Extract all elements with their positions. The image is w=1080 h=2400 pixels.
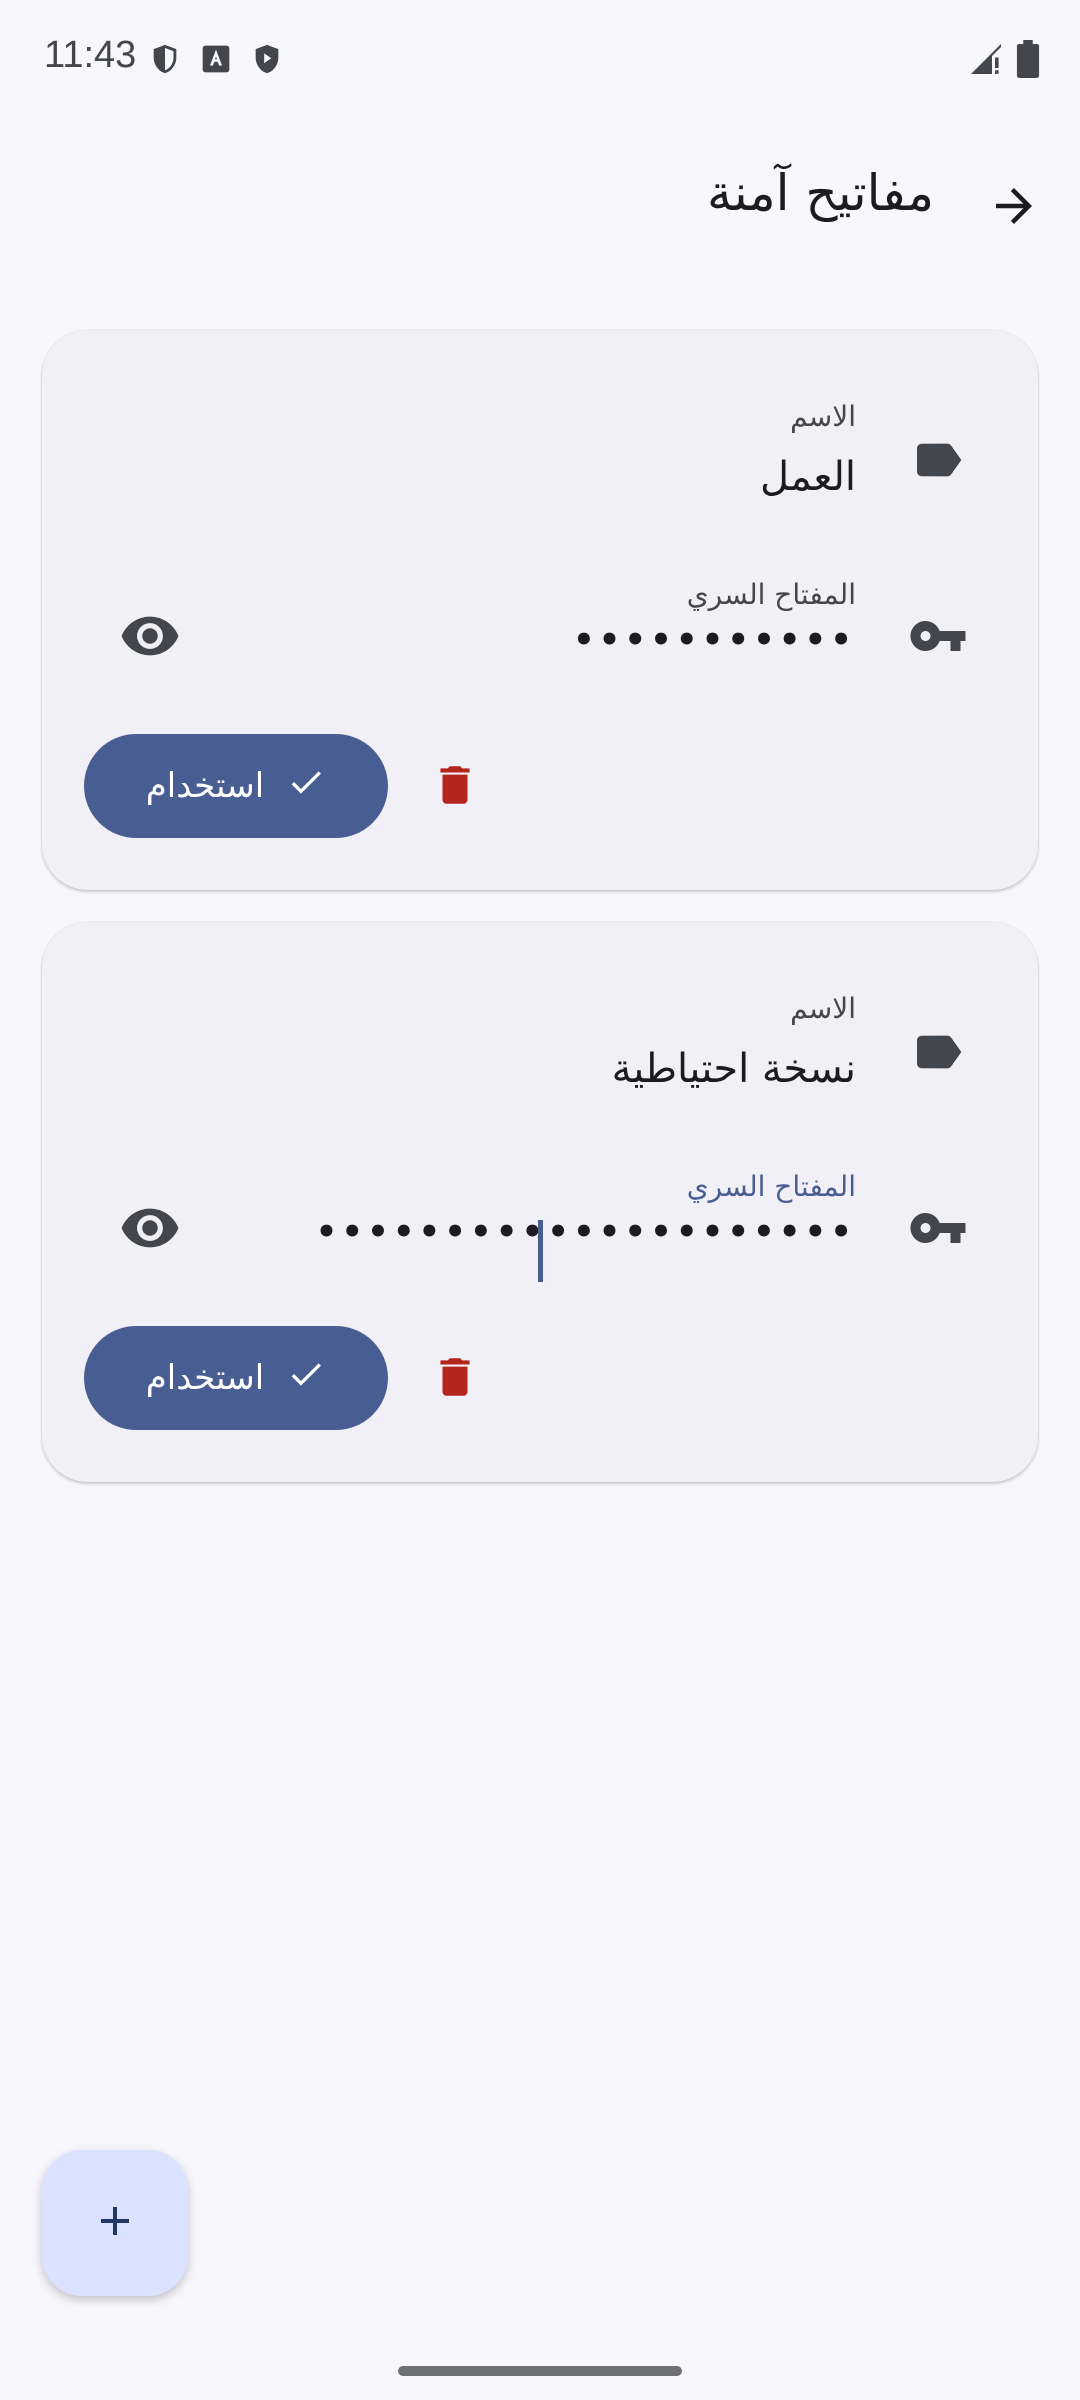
page-title: مفاتيح آمنة [706,164,934,222]
name-label: الاسم [790,992,856,1025]
delete-button[interactable] [420,1344,490,1414]
a-box-icon [200,43,232,79]
navigation-handle[interactable] [398,2366,682,2376]
name-field[interactable]: العمل [760,454,856,500]
signal-icon [968,41,1004,81]
text-cursor [538,1220,543,1282]
name-label: الاسم [790,400,856,433]
secret-label: المفتاح السري [686,1170,856,1203]
secret-field[interactable]: ••••••••••• [573,620,856,660]
use-button-label: استخدام [145,1358,265,1398]
key-card: الاسم نسخة احتياطية المفتاح السري ••••••… [42,922,1038,1482]
status-bar: 11:43 [0,0,1080,120]
battery-icon [1016,40,1040,82]
add-key-fab[interactable] [42,2150,188,2296]
name-field[interactable]: نسخة احتياطية [612,1046,856,1092]
label-icon [908,430,968,490]
use-button-label: استخدام [145,766,265,806]
toggle-visibility-button[interactable] [110,598,190,678]
use-button[interactable]: استخدام [84,734,388,838]
shield-play-icon [250,40,284,82]
top-app-bar: مفاتيح آمنة [0,140,1080,270]
key-icon [908,606,968,666]
secret-label: المفتاح السري [686,578,856,611]
arrow-right-icon [987,179,1041,237]
toggle-visibility-button[interactable] [110,1190,190,1270]
label-icon [908,1022,968,1082]
eye-icon [119,605,181,671]
shield-outline-icon [148,40,182,82]
key-card: الاسم العمل المفتاح السري ••••••••••• اس… [42,330,1038,890]
trash-icon [430,757,480,817]
check-icon [286,762,326,811]
key-icon [908,1198,968,1258]
status-time: 11:43 [44,34,137,76]
trash-icon [430,1349,480,1409]
plus-icon [91,2197,139,2249]
secret-field[interactable]: ••••••••••••••••••••• [316,1212,856,1252]
delete-button[interactable] [420,752,490,822]
eye-icon [119,1197,181,1263]
check-icon [286,1354,326,1403]
back-button[interactable] [974,168,1054,248]
use-button[interactable]: استخدام [84,1326,388,1430]
